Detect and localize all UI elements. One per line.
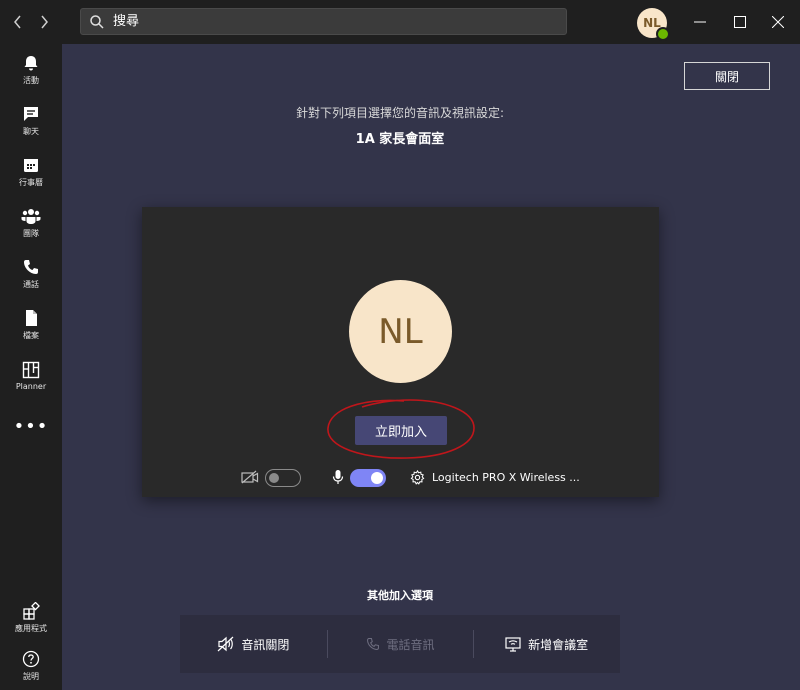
user-avatar: NL bbox=[349, 280, 452, 383]
more-icon: ••• bbox=[13, 415, 49, 437]
camera-off-icon bbox=[241, 470, 259, 484]
sidebar-item-apps[interactable]: 應用程式 bbox=[0, 594, 62, 642]
video-toggle-knob bbox=[269, 473, 279, 483]
sidebar-item-label: 活動 bbox=[23, 76, 39, 85]
gear-icon[interactable] bbox=[410, 470, 425, 485]
chevron-left-icon bbox=[14, 15, 21, 29]
more-apps-button[interactable]: ••• bbox=[0, 414, 62, 438]
video-toggle[interactable] bbox=[265, 469, 301, 487]
option-label: 電話音訊 bbox=[386, 637, 435, 652]
close-icon bbox=[772, 16, 784, 28]
sidebar-item-chat[interactable]: 聊天 bbox=[0, 97, 62, 145]
microphone-icon bbox=[332, 470, 344, 484]
sidebar-item-label: 行事曆 bbox=[19, 178, 43, 187]
room-icon bbox=[505, 636, 521, 652]
speaker-off-icon bbox=[217, 636, 234, 652]
search-box[interactable] bbox=[80, 8, 567, 35]
app-bar: 活動 聊天 行事曆 團隊 通話 檔案 Planner ••• 應用程式 說明 bbox=[0, 44, 62, 690]
sidebar-item-files[interactable]: 檔案 bbox=[0, 301, 62, 349]
apps-icon bbox=[23, 602, 40, 620]
sidebar-item-label: 應用程式 bbox=[15, 624, 47, 633]
option-label: 音訊關閉 bbox=[241, 637, 290, 652]
teams-icon bbox=[21, 209, 41, 224]
option-label: 新增會議室 bbox=[528, 637, 589, 652]
minimize-button[interactable] bbox=[690, 12, 710, 32]
sidebar-item-calendar[interactable]: 行事曆 bbox=[0, 148, 62, 196]
search-input[interactable] bbox=[111, 13, 535, 30]
sidebar-item-planner[interactable]: Planner bbox=[0, 352, 62, 400]
sidebar-item-activity[interactable]: 活動 bbox=[0, 46, 62, 94]
close-button[interactable]: 關閉 bbox=[684, 62, 770, 90]
meeting-title: 1A 家長會面室 bbox=[355, 132, 445, 147]
sidebar-item-label: 說明 bbox=[23, 672, 39, 681]
file-icon bbox=[26, 310, 37, 326]
phone-audio-option[interactable]: 電話音訊 bbox=[326, 615, 474, 673]
sidebar-item-label: 檔案 bbox=[23, 331, 39, 340]
help-icon bbox=[22, 650, 40, 668]
add-room-option[interactable]: 新增會議室 bbox=[473, 615, 620, 673]
user-initials: NL bbox=[378, 311, 423, 352]
planner-icon bbox=[22, 361, 40, 379]
phone-icon bbox=[24, 260, 38, 274]
audio-off-option[interactable]: 音訊關閉 bbox=[180, 615, 327, 673]
maximize-button[interactable] bbox=[730, 12, 750, 32]
sidebar-item-label: Planner bbox=[15, 382, 47, 391]
profile-avatar[interactable]: NL bbox=[637, 8, 670, 41]
maximize-icon bbox=[734, 16, 746, 28]
phone-icon bbox=[366, 637, 380, 651]
back-button[interactable] bbox=[8, 10, 28, 34]
sidebar-item-help[interactable]: 說明 bbox=[0, 642, 62, 690]
audio-device-label[interactable]: Logitech PRO X Wireless ... bbox=[432, 471, 580, 484]
chevron-right-icon bbox=[41, 15, 48, 29]
microphone-toggle-knob bbox=[371, 472, 383, 484]
bell-icon bbox=[24, 56, 38, 71]
minimize-icon bbox=[694, 21, 706, 23]
close-window-button[interactable] bbox=[768, 12, 788, 32]
microphone-toggle[interactable] bbox=[350, 469, 386, 487]
other-join-options: 音訊關閉 電話音訊 新增會議室 bbox=[180, 615, 620, 673]
other-join-options-title: 其他加入選項 bbox=[367, 589, 433, 602]
preview-panel: NL 立即加入 Logitech PRO X Wireless ... bbox=[142, 207, 659, 497]
presence-available-icon bbox=[656, 27, 670, 41]
sidebar-item-calls[interactable]: 通話 bbox=[0, 250, 62, 298]
search-icon bbox=[89, 14, 105, 30]
forward-button[interactable] bbox=[34, 10, 54, 34]
sidebar-item-teams[interactable]: 團隊 bbox=[0, 199, 62, 247]
sidebar-item-label: 通話 bbox=[23, 280, 39, 289]
join-now-button[interactable]: 立即加入 bbox=[355, 416, 447, 445]
settings-subtitle: 針對下列項目選擇您的音訊及視訊設定: bbox=[295, 106, 505, 120]
sidebar-item-label: 聊天 bbox=[23, 127, 39, 136]
title-bar: NL bbox=[0, 0, 800, 44]
device-controls: Logitech PRO X Wireless ... bbox=[142, 467, 659, 489]
chat-icon bbox=[24, 107, 38, 121]
sidebar-item-label: 團隊 bbox=[23, 229, 39, 238]
calendar-icon bbox=[24, 159, 38, 172]
